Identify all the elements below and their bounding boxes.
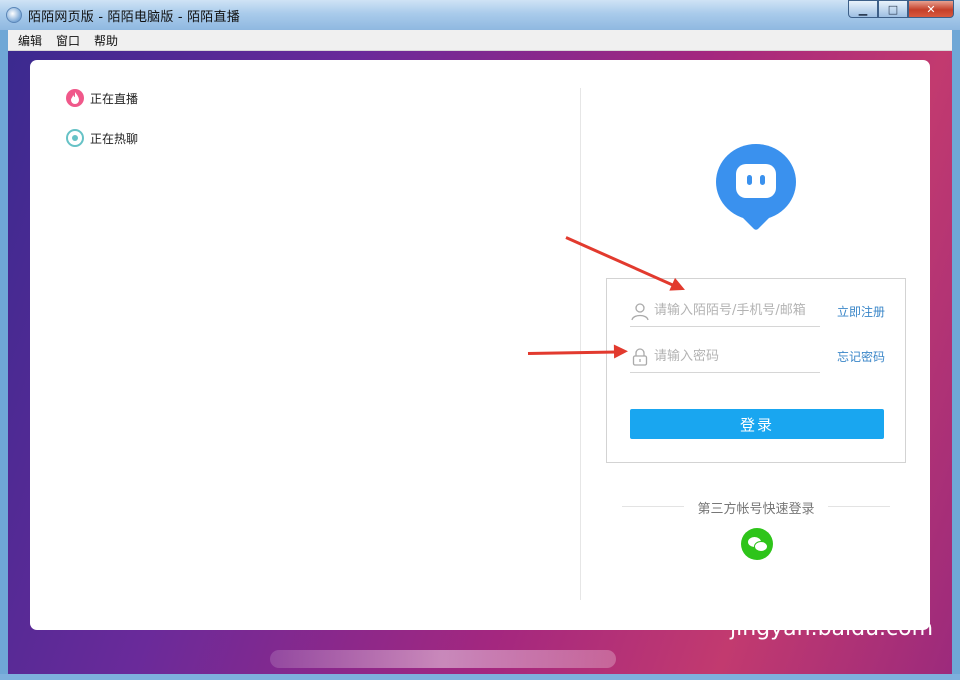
baidu-jingyan-watermark: Bai du 经验 jingyan.baidu.com [730,574,933,641]
window-bottom-border [0,674,960,680]
sidebar-item-label: 正在热聊 [90,131,139,146]
close-button[interactable]: ✕ [908,0,954,18]
account-field [630,293,820,327]
sidebar-item-hot-chat[interactable]: 正在热聊 [66,129,138,147]
flame-icon [66,89,84,107]
app-icon [6,7,22,23]
sidebar-item-live[interactable]: 正在直播 [66,89,138,107]
chat-ring-icon [66,129,84,147]
watermark-brand: Bai du 经验 [730,580,928,618]
footer-copyright-blurred [270,650,616,668]
title-bar: 陌陌网页版 - 陌陌电脑版 - 陌陌直播 ▁ □ ✕ [0,0,960,30]
user-icon [631,303,649,321]
login-button[interactable]: 登录 [630,409,884,439]
momo-logo [716,144,796,231]
maximize-button[interactable]: □ [878,0,908,18]
menu-bar: 编辑 窗口 帮助 [8,30,952,51]
window-title: 陌陌网页版 - 陌陌电脑版 - 陌陌直播 [28,10,240,25]
main-card: 正在直播 正在热聊 立即注册 [30,60,930,630]
account-input[interactable] [654,299,820,321]
third-party-label: 第三方帐号快速登录 [697,502,815,517]
login-form: 立即注册 忘记密码 登录 [606,278,906,463]
menu-help[interactable]: 帮助 [90,32,122,49]
menu-window[interactable]: 窗口 [52,32,84,49]
sidebar-item-label: 正在直播 [90,91,139,106]
register-link[interactable]: 立即注册 [837,303,885,320]
menu-edit[interactable]: 编辑 [14,32,46,49]
minimize-button[interactable]: ▁ [848,0,878,18]
vertical-divider [580,88,581,600]
password-field [630,339,820,373]
wechat-login-button[interactable] [741,528,773,560]
window-controls: ▁ □ ✕ [848,0,954,20]
forgot-password-link[interactable]: 忘记密码 [837,348,885,365]
third-party-login: 第三方帐号快速登录 [622,498,890,518]
watermark-url: jingyan.baidu.com [730,616,934,641]
lock-icon [632,348,648,366]
password-input[interactable] [654,345,820,367]
